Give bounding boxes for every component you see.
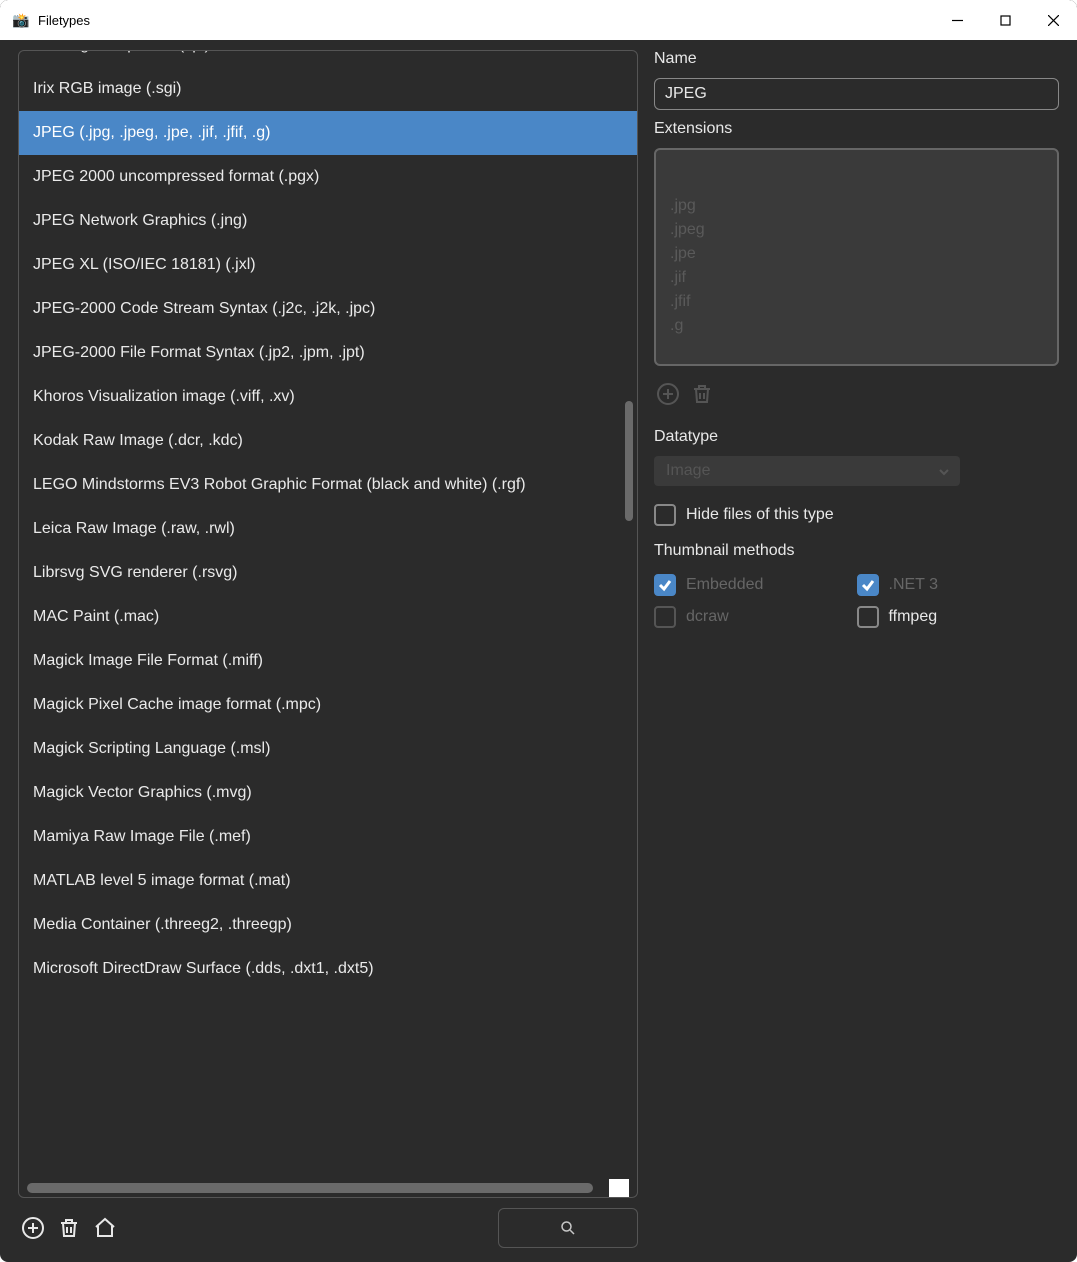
- list-item[interactable]: Magick Pixel Cache image format (.mpc): [19, 683, 637, 727]
- list-item[interactable]: LEGO Mindstorms EV3 Robot Graphic Format…: [19, 463, 637, 507]
- delete-extension-button[interactable]: [688, 380, 716, 408]
- datatype-select[interactable]: Image: [654, 456, 960, 486]
- window-controls: [933, 0, 1077, 40]
- close-button[interactable]: [1029, 0, 1077, 40]
- list-item[interactable]: JPEG (.jpg, .jpeg, .jpe, .jif, .jfif, .g…: [19, 111, 637, 155]
- list-item[interactable]: MAC Paint (.mac): [19, 595, 637, 639]
- home-button[interactable]: [90, 1213, 120, 1243]
- list-item[interactable]: JPEG Network Graphics (.jng): [19, 199, 637, 243]
- window-title: Filetypes: [38, 13, 925, 28]
- list-item[interactable]: Mamiya Raw Image File (.mef): [19, 815, 637, 859]
- list-item[interactable]: Magick Scripting Language (.msl): [19, 727, 637, 771]
- list-item[interactable]: Leica Raw Image (.raw, .rwl): [19, 507, 637, 551]
- filetype-list-panel: … Image Sequence (.ipl)Irix RGB image (.…: [18, 50, 638, 1248]
- filetypes-window: 📸 Filetypes … Image Sequence (.ipl)Irix …: [0, 0, 1077, 1262]
- datatype-value: Image: [666, 462, 710, 480]
- app-icon: 📸: [12, 11, 30, 29]
- list-item[interactable]: Irix RGB image (.sgi): [19, 67, 637, 111]
- thumb-method-label: dcraw: [686, 608, 729, 626]
- list-item[interactable]: JPEG 2000 uncompressed format (.pgx): [19, 155, 637, 199]
- thumb-method-checkbox[interactable]: [857, 606, 879, 628]
- title-bar: 📸 Filetypes: [0, 0, 1077, 40]
- add-button[interactable]: [18, 1213, 48, 1243]
- filetype-list: … Image Sequence (.ipl)Irix RGB image (.…: [18, 50, 638, 1198]
- list-item[interactable]: Magick Image File Format (.miff): [19, 639, 637, 683]
- hide-files-checkbox[interactable]: [654, 504, 676, 526]
- list-item[interactable]: Media Container (.threeg2, .threegp): [19, 903, 637, 947]
- thumb-method-label: .NET 3: [889, 576, 939, 594]
- list-item[interactable]: Librsvg SVG renderer (.rsvg): [19, 551, 637, 595]
- list-item[interactable]: JPEG-2000 Code Stream Syntax (.j2c, .j2k…: [19, 287, 637, 331]
- thumb-methods-label: Thumbnail methods: [654, 542, 1059, 560]
- extensions-list[interactable]: .jpg.jpeg.jpe.jif.jfif.g: [654, 148, 1059, 366]
- list-item[interactable]: … Image Sequence (.ipl): [19, 51, 637, 67]
- thumb-method-checkbox: [857, 574, 879, 596]
- thumb-method-checkbox: [654, 606, 676, 628]
- extension-item[interactable]: .g: [670, 314, 1043, 338]
- extension-item[interactable]: .jpe: [670, 242, 1043, 266]
- extension-item[interactable]: .jpeg: [670, 218, 1043, 242]
- list-item[interactable]: JPEG-2000 File Format Syntax (.jp2, .jpm…: [19, 331, 637, 375]
- horizontal-scrollbar[interactable]: [27, 1183, 593, 1193]
- scroll-corner: [609, 1179, 629, 1197]
- search-icon: [559, 1219, 577, 1237]
- delete-button[interactable]: [54, 1213, 84, 1243]
- datatype-label: Datatype: [654, 428, 1059, 446]
- extension-item[interactable]: .jfif: [670, 290, 1043, 314]
- list-item[interactable]: JPEG XL (ISO/IEC 18181) (.jxl): [19, 243, 637, 287]
- name-label: Name: [654, 50, 1059, 68]
- chevron-down-icon: [938, 465, 950, 483]
- extensions-label: Extensions: [654, 120, 1059, 138]
- maximize-button[interactable]: [981, 0, 1029, 40]
- search-input[interactable]: [498, 1208, 638, 1248]
- extension-item[interactable]: .jif: [670, 266, 1043, 290]
- thumb-method-label: ffmpeg: [889, 608, 938, 626]
- extension-item[interactable]: .jpg: [670, 194, 1043, 218]
- minimize-button[interactable]: [933, 0, 981, 40]
- thumb-method-checkbox: [654, 574, 676, 596]
- vertical-scrollbar[interactable]: [625, 401, 633, 521]
- hide-files-label: Hide files of this type: [686, 506, 834, 524]
- list-item[interactable]: Microsoft DirectDraw Surface (.dds, .dxt…: [19, 947, 637, 991]
- list-item[interactable]: Khoros Visualization image (.viff, .xv): [19, 375, 637, 419]
- body: … Image Sequence (.ipl)Irix RGB image (.…: [0, 40, 1077, 1262]
- list-item[interactable]: Kodak Raw Image (.dcr, .kdc): [19, 419, 637, 463]
- list-toolbar: [18, 1208, 638, 1248]
- add-extension-button[interactable]: [654, 380, 682, 408]
- details-panel: Name Extensions .jpg.jpeg.jpe.jif.jfif.g…: [654, 50, 1059, 1248]
- thumb-method-label: Embedded: [686, 576, 763, 594]
- list-item[interactable]: MATLAB level 5 image format (.mat): [19, 859, 637, 903]
- name-field[interactable]: [654, 78, 1059, 110]
- list-item[interactable]: Magick Vector Graphics (.mvg): [19, 771, 637, 815]
